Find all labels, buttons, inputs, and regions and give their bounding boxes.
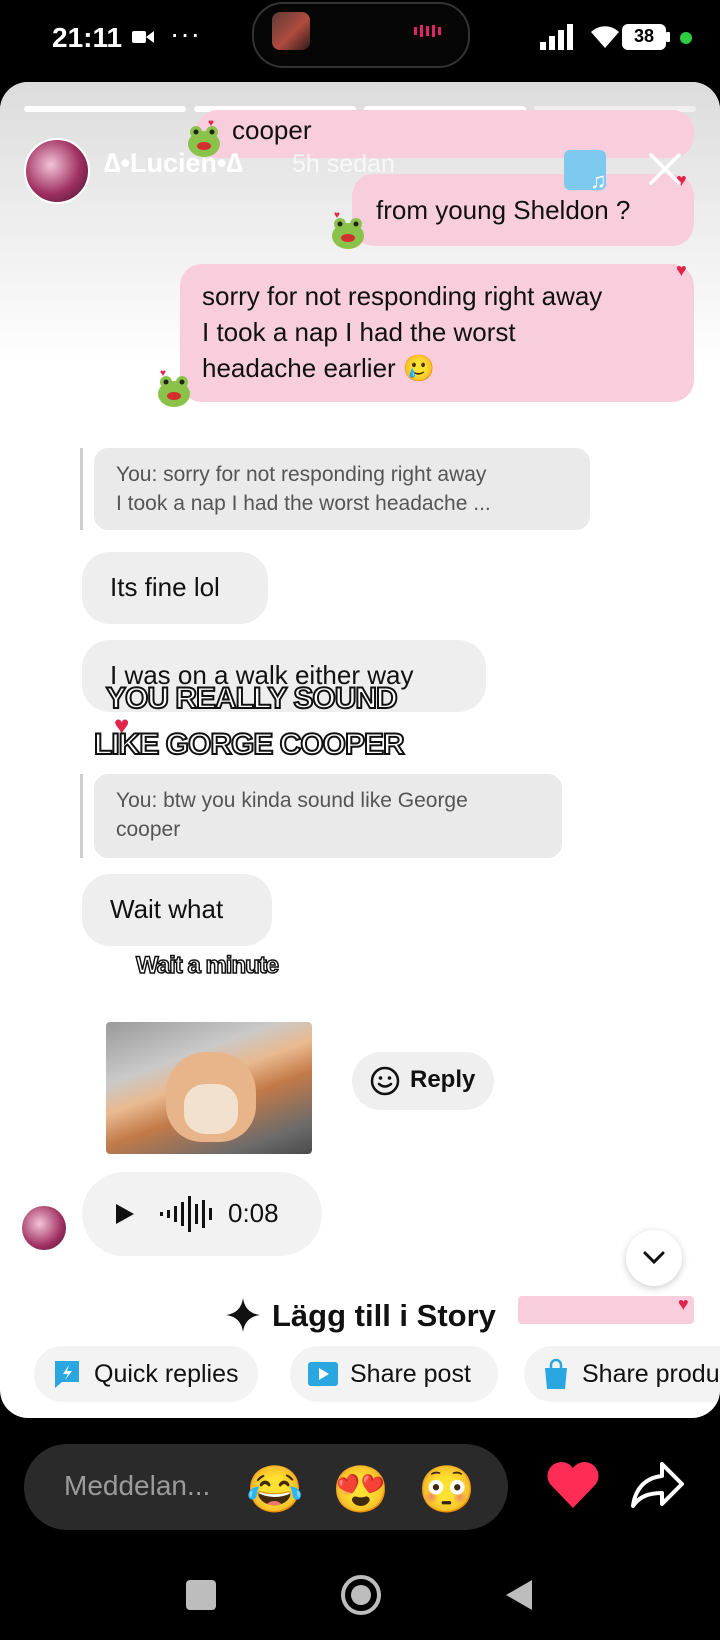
heart-reaction-icon: ♥ (676, 260, 687, 280)
message-text: from young Sheldon ? (376, 195, 631, 225)
message-bubble-sent (518, 1296, 694, 1324)
heart-reaction-icon: ♥ (678, 1294, 689, 1314)
message-bubble-received: Its fine lol (82, 552, 268, 624)
status-more-icon: ··· (170, 18, 201, 49)
message-bubble-received: Wait what (82, 874, 272, 946)
overlay-caption-line: LIKE GORGE COOPER (93, 727, 406, 762)
share-product-chip[interactable]: Share produ (524, 1346, 720, 1402)
reply-quote-bar (80, 448, 83, 530)
chevron-down-icon (643, 1251, 665, 1265)
music-note-icon: ♫ (590, 168, 607, 193)
sparkle-icon (226, 1298, 260, 1332)
emoji-flushed-button[interactable]: 😳 (418, 1462, 475, 1517)
quote-line: cooper (116, 818, 181, 841)
privacy-indicator-dot (680, 32, 692, 44)
message-text: Wait what (110, 894, 224, 924)
story-card[interactable]: cooper from young Sheldon ? sorry for no… (0, 82, 720, 1418)
svg-text:♥: ♥ (334, 210, 340, 221)
audio-duration: 0:08 (228, 1198, 279, 1228)
message-text: cooper (232, 115, 312, 145)
back-button[interactable] (504, 1578, 534, 1612)
message-text: Its fine lol (110, 572, 220, 602)
status-bar: 21:11 ··· 38 (0, 0, 720, 80)
message-bubble-sent: cooper (196, 110, 694, 158)
status-clock: 21:11 (52, 22, 123, 53)
reply-label: Reply (410, 1066, 476, 1093)
share-post-chip[interactable]: Share post (290, 1346, 498, 1402)
recent-apps-button[interactable] (186, 1580, 216, 1610)
story-progress-segment (24, 106, 186, 112)
story-timestamp: 5h sedan (292, 150, 395, 178)
emoji-laughing-button[interactable]: 😂 (246, 1462, 303, 1517)
cat-meme-image[interactable] (106, 1022, 312, 1154)
quote-line: I took a nap I had the worst headache ..… (116, 492, 491, 515)
quote-text: You: sorry for not responding right away… (116, 460, 491, 518)
home-button[interactable] (340, 1574, 382, 1616)
frog-sticker-icon: ♥ (332, 210, 364, 249)
cell-signal-icon (540, 24, 573, 50)
quick-replies-icon (55, 1361, 79, 1388)
reply-quote: You: sorry for not responding right away… (94, 448, 590, 530)
overlay-caption-line: YOU REALLY SOUND (105, 681, 399, 716)
share-post-icon (308, 1362, 338, 1386)
story-author-avatar[interactable] (24, 138, 90, 204)
add-to-story-label: Lägg till i Story (272, 1298, 496, 1333)
smiley-icon (370, 1066, 400, 1096)
sender-avatar[interactable] (22, 1206, 66, 1250)
live-activity-avatar (272, 12, 310, 50)
message-input-placeholder: Meddelan... (64, 1470, 211, 1501)
emoji-heart-eyes-button[interactable]: 😍 (332, 1462, 389, 1517)
chip-label: Share post (350, 1360, 471, 1388)
frog-sticker-icon: ♥ (158, 368, 190, 407)
message-line: I took a nap I had the worst (202, 317, 516, 347)
message-text: sorry for not responding right away I to… (202, 278, 602, 386)
quote-text: You: btw you kinda sound like George coo… (116, 786, 468, 844)
quote-line: You: btw you kinda sound like George (116, 789, 468, 812)
message-bubble-sent: sorry for not responding right away I to… (180, 264, 694, 402)
scroll-down-button[interactable] (626, 1230, 682, 1286)
audio-wave-icon (414, 25, 441, 37)
message-bubble-sent: from young Sheldon ? (352, 174, 694, 246)
message-line: headache earlier 🥲 (202, 353, 436, 383)
reply-button[interactable]: Reply (352, 1052, 494, 1110)
close-icon[interactable] (648, 152, 682, 186)
meme-caption: Wait a minute (135, 951, 280, 980)
battery-level: 38 (633, 26, 655, 46)
like-heart-icon[interactable] (546, 1460, 600, 1510)
wifi-icon (591, 26, 619, 48)
reply-quote: You: btw you kinda sound like George coo… (94, 774, 562, 858)
shopping-bag-icon (545, 1358, 567, 1389)
message-line: sorry for not responding right away (202, 281, 603, 311)
story-author-name[interactable]: ∆•Lucien•∆ (104, 148, 243, 179)
share-arrow-icon[interactable] (630, 1460, 686, 1510)
chip-label: Share produ (582, 1360, 720, 1388)
svg-text:♥: ♥ (160, 368, 166, 379)
chip-label: Quick replies (94, 1360, 239, 1388)
play-icon[interactable] (114, 1202, 136, 1226)
quote-line: You: sorry for not responding right away (116, 463, 487, 486)
video-camera-icon (132, 31, 154, 43)
audio-waveform-icon (160, 1196, 212, 1232)
cat-muzzle-shape (184, 1084, 238, 1134)
quick-replies-chip[interactable]: Quick replies (34, 1346, 258, 1402)
reply-quote-bar (80, 774, 83, 858)
svg-text:♥: ♥ (208, 118, 214, 129)
voice-message[interactable]: 0:08 (82, 1172, 322, 1256)
